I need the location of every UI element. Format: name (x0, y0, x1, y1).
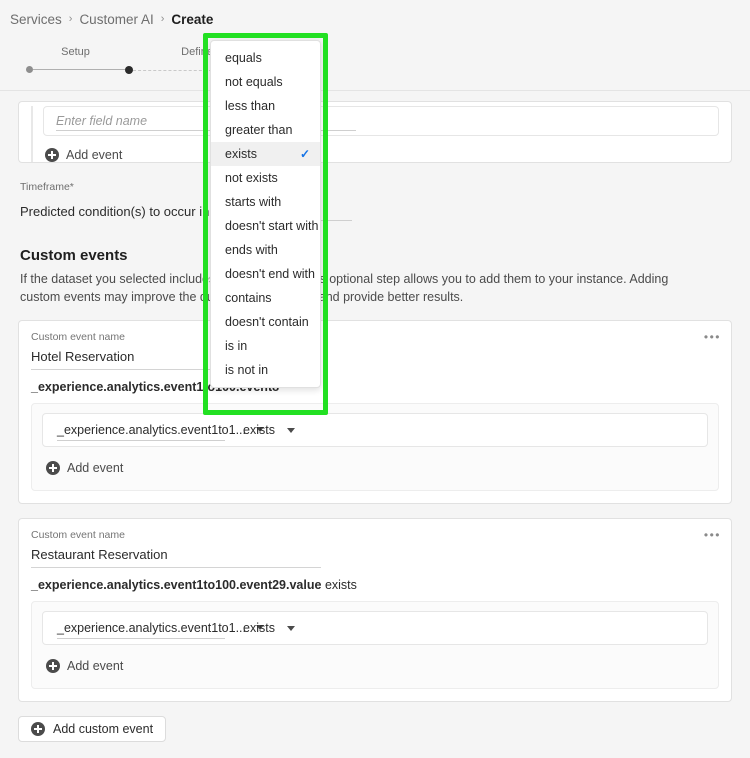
stepper-dot-define-goal (125, 66, 133, 74)
rule-field-select[interactable]: _experience.analytics.event1to1... (57, 419, 265, 441)
stepper-connector (33, 69, 125, 70)
plus-circle-icon (31, 722, 45, 736)
operator-option-label: not equals (225, 75, 283, 89)
custom-event-name-label: Custom event name (31, 529, 125, 541)
goal-condition-card: Enter field name Add event (18, 101, 732, 163)
operator-option-not-equals[interactable]: not equals (211, 70, 320, 94)
goal-field-row: Enter field name (43, 106, 719, 136)
operator-option-label: ends with (225, 243, 278, 257)
timeframe-prefix-text: Predicted condition(s) to occur in next (20, 203, 238, 219)
operator-option-label: doesn't contain (225, 315, 309, 329)
goal-add-event-button[interactable]: Add event (43, 142, 719, 162)
goal-field-input[interactable]: Enter field name (56, 114, 147, 128)
rule-field-value: _experience.analytics.event1to1... (57, 620, 247, 635)
operator-option-less-than[interactable]: less than (211, 94, 320, 118)
custom-event-name-label: Custom event name (31, 331, 125, 343)
custom-events-heading: Custom events (20, 247, 128, 264)
operator-option-doesn-t-start-with[interactable]: doesn't start with (211, 214, 320, 238)
custom-event-rule-row: _experience.analytics.event1to1... exist… (42, 413, 708, 447)
operator-option-contains[interactable]: contains (211, 286, 320, 310)
goal-add-event-label: Add event (66, 148, 123, 162)
operator-option-is-in[interactable]: is in (211, 334, 320, 358)
operator-option-label: not exists (225, 171, 278, 185)
operator-option-label: exists (225, 147, 257, 161)
custom-event-summary-field: _experience.analytics.event1to100.event2… (31, 578, 322, 592)
operator-option-equals[interactable]: equals (211, 46, 320, 70)
operator-option-greater-than[interactable]: greater than (211, 118, 320, 142)
timeframe-label: Timeframe* (20, 181, 74, 193)
stepper-dot-setup (26, 66, 33, 73)
custom-event-card: ••• Custom event name Hotel Reservation … (18, 320, 732, 504)
custom-events-description: If the dataset you selected includes cus… (20, 272, 669, 304)
operator-option-label: is not in (225, 363, 269, 377)
operator-option-label: is in (225, 339, 248, 353)
operator-option-label: less than (225, 99, 276, 113)
operator-option-ends-with[interactable]: ends with (211, 238, 320, 262)
custom-event-summary: _experience.analytics.event1to100.event8 (31, 380, 719, 394)
breadcrumb-item-services[interactable]: Services (10, 12, 62, 27)
operator-dropdown-menu[interactable]: equals not equals less than greater than exi… (210, 40, 321, 388)
operator-option-not-exists[interactable]: not exists (211, 166, 320, 190)
rule-operator-value: exists (243, 621, 275, 635)
timeframe-section: Timeframe* Predicted condition(s) to occ… (18, 181, 732, 221)
breadcrumb-separator-icon: › (68, 13, 73, 25)
progress-stepper: Setup Define goal (0, 38, 750, 91)
operator-option-doesn-t-end-with[interactable]: doesn't end with (211, 262, 320, 286)
plus-circle-icon (46, 659, 60, 673)
plus-circle-icon (45, 148, 59, 162)
rule-field-select[interactable]: _experience.analytics.event1to1... (57, 617, 265, 639)
operator-option-doesn-t-contain[interactable]: doesn't contain (211, 310, 320, 334)
custom-event-rule-box: _experience.analytics.event1to1... exist… (31, 403, 719, 491)
breadcrumb-item-create[interactable]: Create (171, 12, 213, 27)
custom-event-name-input[interactable]: Restaurant Reservation (31, 547, 321, 568)
rule-operator-select[interactable]: exists (243, 419, 295, 441)
breadcrumb: Services › Customer AI › Create (0, 0, 750, 38)
rule-operator-value: exists (243, 423, 275, 437)
operator-option-label: doesn't start with (225, 219, 319, 233)
rule-add-event-button[interactable]: Add event (44, 653, 708, 679)
custom-event-summary: _experience.analytics.event1to100.event2… (31, 578, 719, 592)
add-custom-event-label: Add custom event (53, 722, 154, 736)
custom-event-rule-row: _experience.analytics.event1to1... exist… (42, 611, 708, 645)
operator-option-label: contains (225, 291, 272, 305)
custom-event-summary-operator: exists (324, 578, 357, 592)
operator-option-label: greater than (225, 123, 293, 137)
add-custom-event-button[interactable]: Add custom event (18, 716, 167, 742)
rule-add-event-label: Add event (67, 461, 124, 475)
operator-option-is-not-in[interactable]: is not in (211, 358, 320, 382)
operator-option-label: doesn't end with (225, 267, 315, 281)
custom-event-rule-box: _experience.analytics.event1to1... exist… (31, 601, 719, 689)
operator-option-exists[interactable]: exists ✓ (211, 142, 320, 166)
custom-event-card: ••• Custom event name Restaurant Reserva… (18, 518, 732, 702)
operator-option-starts-with[interactable]: starts with (211, 190, 320, 214)
stepper-step-setup-label: Setup (61, 46, 90, 58)
check-icon: ✓ (299, 147, 310, 161)
rule-add-event-button[interactable]: Add event (44, 455, 708, 481)
more-options-icon[interactable]: ••• (704, 529, 721, 541)
operator-option-label: equals (225, 51, 262, 65)
breadcrumb-separator-icon: › (160, 13, 165, 25)
stepper-step-setup[interactable]: Setup (26, 46, 125, 73)
rule-add-event-label: Add event (67, 659, 124, 673)
chevron-down-icon (287, 427, 295, 433)
rule-operator-select[interactable]: exists (243, 617, 295, 639)
more-options-icon[interactable]: ••• (704, 331, 721, 343)
operator-option-label: starts with (225, 195, 282, 209)
main-content: Enter field name Add event Timeframe* Pr… (0, 101, 750, 758)
breadcrumb-item-customer-ai[interactable]: Customer AI (79, 12, 153, 27)
rule-field-value: _experience.analytics.event1to1... (57, 422, 247, 437)
chevron-down-icon (287, 625, 295, 631)
plus-circle-icon (46, 461, 60, 475)
